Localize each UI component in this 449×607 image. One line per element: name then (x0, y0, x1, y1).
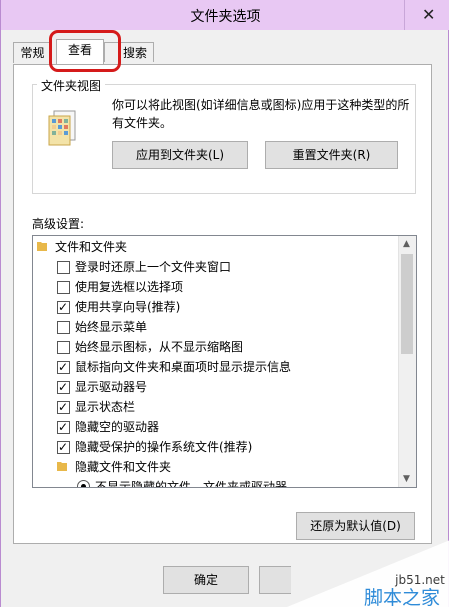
folder-views-description: 你可以将此视图(如详细信息或图标)应用于这种类型的所有文件夹。 (112, 98, 410, 130)
folder-views-label: 文件夹视图 (37, 77, 106, 94)
folder-options-dialog: 文件夹选项 ✕ 常规 查看 搜索 文件夹视图 你可以将此视图(如详细信息或图标)… (0, 0, 449, 607)
setting-label: 使用共享向导(推荐) (75, 300, 181, 314)
folder-icon (57, 462, 67, 471)
checkbox[interactable] (57, 341, 70, 354)
setting-label: 始终显示图标，从不显示缩略图 (75, 340, 244, 354)
checkbox[interactable] (57, 261, 70, 274)
watermark-site: jb51.net (394, 573, 445, 587)
reset-folders-button[interactable]: 重置文件夹(R) (265, 141, 398, 169)
restore-defaults-button[interactable]: 还原为默认值(D) (296, 512, 415, 540)
checkbox[interactable] (57, 377, 70, 397)
setting-label: 显示驱动器号 (75, 380, 148, 394)
checkbox[interactable] (57, 397, 70, 417)
setting-label: 鼠标指向文件夹和桌面项时显示提示信息 (75, 360, 292, 374)
advanced-settings-label: 高级设置: (32, 217, 85, 231)
checkbox[interactable] (57, 281, 70, 294)
ok-button[interactable]: 确定 (163, 566, 249, 594)
setting-label: 隐藏受保护的操作系统文件(推荐) (75, 440, 253, 454)
watermark-logo: jb51.net 脚本之家 (287, 540, 449, 607)
title-bar: 文件夹选项 ✕ (1, 0, 449, 30)
setting-label: 使用复选框以选择项 (75, 280, 184, 294)
checkbox[interactable] (57, 357, 70, 377)
checkbox[interactable] (57, 437, 70, 457)
checkbox[interactable] (57, 321, 70, 334)
folder-view-icon (48, 110, 76, 146)
radio-label: 不显示隐藏的文件、文件夹或驱动器 (95, 480, 288, 488)
folder-icon (37, 242, 47, 251)
scroll-thumb[interactable] (401, 254, 413, 354)
checkbox[interactable] (57, 417, 70, 437)
scroll-down-icon[interactable]: ▼ (403, 474, 410, 484)
close-button[interactable]: ✕ (404, 0, 449, 30)
subfolder-label: 隐藏文件和文件夹 (75, 460, 172, 474)
apply-to-folders-button[interactable]: 应用到文件夹(L) (112, 141, 248, 169)
advanced-settings-tree[interactable]: 文件和文件夹 登录时还原上一个文件夹窗口 使用复选框以选择项 使用共享向导(推荐… (32, 235, 417, 488)
vertical-scrollbar[interactable]: ▲ ▼ (398, 236, 416, 487)
scroll-up-icon[interactable]: ▲ (403, 239, 410, 249)
tab-general[interactable]: 常规 (13, 42, 52, 63)
window-title: 文件夹选项 (190, 9, 261, 25)
setting-label: 显示状态栏 (75, 400, 136, 414)
setting-label: 隐藏空的驱动器 (75, 420, 160, 434)
checkbox[interactable] (57, 297, 70, 317)
setting-label: 始终显示菜单 (75, 320, 148, 334)
close-icon: ✕ (422, 5, 436, 24)
watermark-brand: 脚本之家 (364, 587, 440, 607)
setting-label: 登录时还原上一个文件夹窗口 (75, 260, 232, 274)
tab-highlight-annotation (49, 30, 121, 72)
radio-button[interactable] (77, 480, 90, 487)
tree-root-label: 文件和文件夹 (55, 240, 128, 254)
